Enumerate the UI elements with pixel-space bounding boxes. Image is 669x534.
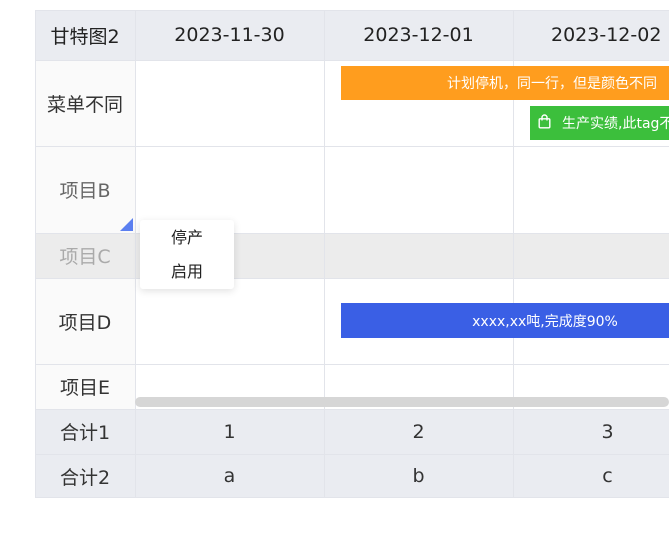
date-label: 2023-12-01	[363, 24, 474, 46]
total-cell: a	[135, 454, 324, 498]
total-value: 1	[223, 420, 236, 443]
grid-line	[35, 364, 669, 365]
row-label-text: 项目C	[59, 246, 111, 268]
total-cell: 3	[513, 409, 669, 454]
total-label: 合计1	[59, 422, 111, 444]
grid-line	[35, 497, 669, 498]
total-value: 3	[601, 420, 614, 443]
task-bar-label: 计划停机，同一行，但是颜色不同	[447, 76, 657, 92]
row-label-c[interactable]: 项目C	[35, 233, 135, 278]
grid-line	[324, 10, 325, 498]
row-label-text: 项目E	[59, 377, 110, 399]
menu-item-enable[interactable]: 启用	[140, 260, 234, 284]
gantt-title: 甘特图2	[50, 25, 120, 48]
total-row-label: 合计1	[35, 409, 135, 454]
date-header: 2023-12-02	[513, 10, 669, 60]
date-label: 2023-11-30	[174, 24, 285, 46]
grid-line	[35, 454, 669, 455]
grid-line	[35, 146, 669, 147]
total-cell: 2	[324, 409, 513, 454]
task-bar-progress[interactable]: xxxx,xx吨,完成度90%	[341, 303, 669, 338]
row-label-d[interactable]: 项目D	[35, 278, 135, 364]
total-value: a	[223, 465, 236, 487]
total-value: 2	[412, 420, 425, 443]
row-label-text: 项目D	[58, 311, 112, 334]
row-label-text: 菜单不同	[46, 93, 123, 116]
grid-line	[35, 233, 669, 234]
task-bar-production[interactable]: 生产实绩,此tag不	[530, 106, 669, 140]
grid-line	[35, 10, 36, 498]
date-header: 2023-12-01	[324, 10, 513, 60]
total-label: 合计2	[59, 466, 111, 489]
date-label: 2023-12-02	[551, 24, 662, 46]
grid-line	[35, 278, 669, 279]
grid-line	[35, 409, 669, 410]
grid-line	[135, 10, 136, 498]
grid-line	[35, 10, 669, 11]
horizontal-scrollbar[interactable]	[135, 397, 669, 407]
task-bar-label: 生产实绩,此tag不	[562, 116, 669, 132]
total-cell: c	[513, 454, 669, 498]
shopping-bag-icon	[538, 113, 551, 133]
menu-item-label: 启用	[170, 262, 203, 281]
row-label-e[interactable]: 项目E	[35, 364, 135, 409]
menu-item-stop[interactable]: 停产	[140, 226, 234, 250]
gantt-chart: 甘特图2 2023-11-30 2023-12-01 2023-12-02 菜单…	[35, 10, 669, 498]
total-row-label: 合计2	[35, 454, 135, 498]
task-bar-label: xxxx,xx吨,完成度90%	[472, 313, 618, 330]
row-label-b[interactable]: 项目B	[35, 146, 135, 233]
corner-header: 甘特图2	[35, 10, 135, 60]
menu-item-label: 停产	[170, 228, 203, 247]
task-bar-planned-shutdown[interactable]: 计划停机，同一行，但是颜色不同	[341, 66, 669, 100]
context-menu: 停产 启用	[140, 220, 234, 289]
row-label-text: 项目B	[59, 180, 111, 202]
total-value: c	[602, 465, 613, 487]
total-cell: b	[324, 454, 513, 498]
row-label-menu[interactable]: 菜单不同	[35, 60, 135, 146]
date-header: 2023-11-30	[135, 10, 324, 60]
total-cell: 1	[135, 409, 324, 454]
grid-line	[35, 60, 669, 61]
selection-corner-icon	[120, 218, 133, 231]
total-value: b	[412, 465, 425, 487]
